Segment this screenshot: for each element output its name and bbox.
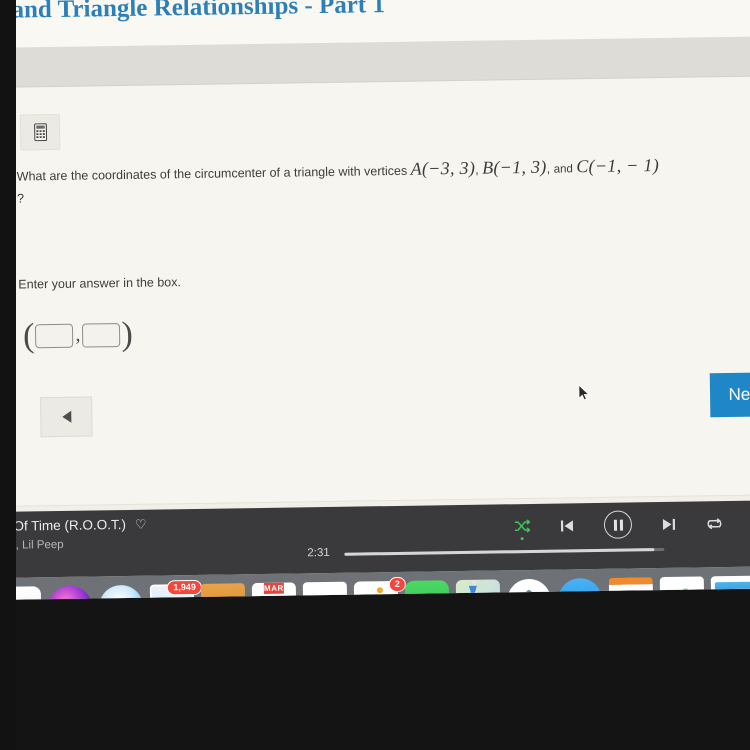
pages-icon xyxy=(608,577,654,600)
vertex-b: B(−1, 3) xyxy=(481,156,547,178)
facetime-icon xyxy=(404,580,450,600)
answer-y-input[interactable] xyxy=(82,323,121,348)
safari-icon xyxy=(98,584,144,600)
dock-item-siri[interactable] xyxy=(47,585,93,600)
question-text-block: What are the coordinates of the circumce… xyxy=(17,150,750,209)
dock-item-calendar[interactable]: MAR8 xyxy=(251,582,297,600)
dock-item-numbers[interactable] xyxy=(659,576,705,600)
question-prompt-prefix: What are the coordinates of the circumce… xyxy=(16,163,408,184)
notes-icon xyxy=(302,581,348,600)
answer-x-input[interactable] xyxy=(35,323,74,349)
now-playing-info: Out Of Time (R.O.O.T.) ♡ mask, Lil Peep xyxy=(0,517,147,552)
vertex-a: A(−3, 3) xyxy=(410,157,476,179)
dock-item-pages[interactable] xyxy=(608,577,654,600)
keynote-icon xyxy=(710,575,750,600)
seek-bar[interactable] xyxy=(344,547,665,556)
and-word: and xyxy=(553,163,573,176)
next-question-button[interactable]: Next xyxy=(709,372,750,418)
contacts-icon xyxy=(200,583,246,600)
dock-badge-reminders: 2 xyxy=(388,576,406,593)
music-player-bar: Out Of Time (R.O.O.T.) ♡ mask, Lil Peep xyxy=(0,500,750,578)
dock-item-notes[interactable] xyxy=(302,581,348,600)
page-title: ne and Triangle Relationships - Part 1 xyxy=(0,0,386,25)
previous-track-icon[interactable] xyxy=(560,519,574,532)
close-paren: ) xyxy=(121,315,134,354)
dock-badge-mail: 1,949 xyxy=(167,579,202,596)
separator-1: , xyxy=(475,162,479,177)
pause-icon xyxy=(613,519,617,531)
player-controls xyxy=(514,509,723,541)
photo-left-edge xyxy=(0,0,16,750)
open-paren: ( xyxy=(22,317,35,355)
vertex-c: C(−1, − 1) xyxy=(576,155,660,177)
next-track-icon[interactable] xyxy=(662,517,676,530)
dock-item-mail[interactable]: 1,949 xyxy=(149,579,202,600)
answer-comma: , xyxy=(75,323,81,346)
dock-item-facetime[interactable] xyxy=(404,580,450,600)
question-prompt-suffix: ? xyxy=(16,191,25,206)
mouse-cursor xyxy=(578,384,590,406)
photos-icon xyxy=(506,578,552,600)
calendar-icon: MAR8 xyxy=(251,582,297,600)
laptop-screen: IT TEST: ne and Triangle Relationships -… xyxy=(0,0,750,600)
siri-icon xyxy=(47,585,93,600)
dock-item-maps[interactable] xyxy=(455,579,501,600)
separator-2: , xyxy=(546,161,551,176)
photo-of-laptop-screen: IT TEST: ne and Triangle Relationships -… xyxy=(0,0,750,750)
question-card: What are the coordinates of the circumce… xyxy=(3,76,750,506)
dock-item-keynote[interactable] xyxy=(710,575,750,600)
calculator-icon xyxy=(33,123,47,142)
track-title: Out Of Time (R.O.O.T.) xyxy=(0,516,127,535)
numbers-icon xyxy=(659,576,705,600)
dock-item-photos[interactable] xyxy=(506,578,552,600)
next-button-label: Next xyxy=(728,384,750,405)
shuffle-icon[interactable] xyxy=(514,519,531,541)
previous-question-button[interactable] xyxy=(40,396,93,438)
maps-icon xyxy=(455,579,501,600)
dock-item-contacts[interactable] xyxy=(200,583,246,600)
answer-input-group: ( , ) xyxy=(22,315,134,355)
shuffle-active-dot xyxy=(520,537,524,541)
triangle-left-icon xyxy=(61,410,71,423)
track-artist: mask, Lil Peep xyxy=(0,538,64,552)
repeat-icon[interactable] xyxy=(706,517,723,530)
pause-button[interactable] xyxy=(603,510,633,539)
enter-answer-label: Enter your answer in the box. xyxy=(18,275,182,292)
calculator-button[interactable] xyxy=(19,113,61,151)
question-prompt: What are the coordinates of the circumce… xyxy=(17,150,750,209)
elapsed-time: 2:31 xyxy=(307,546,330,560)
dock-item-reminders[interactable]: 2 xyxy=(353,576,406,600)
dock-item-messages[interactable] xyxy=(557,577,603,600)
heart-icon[interactable]: ♡ xyxy=(135,517,147,532)
dock-item-safari[interactable] xyxy=(98,584,144,600)
messages-icon xyxy=(557,577,603,600)
seek-bar-fill xyxy=(344,548,655,556)
